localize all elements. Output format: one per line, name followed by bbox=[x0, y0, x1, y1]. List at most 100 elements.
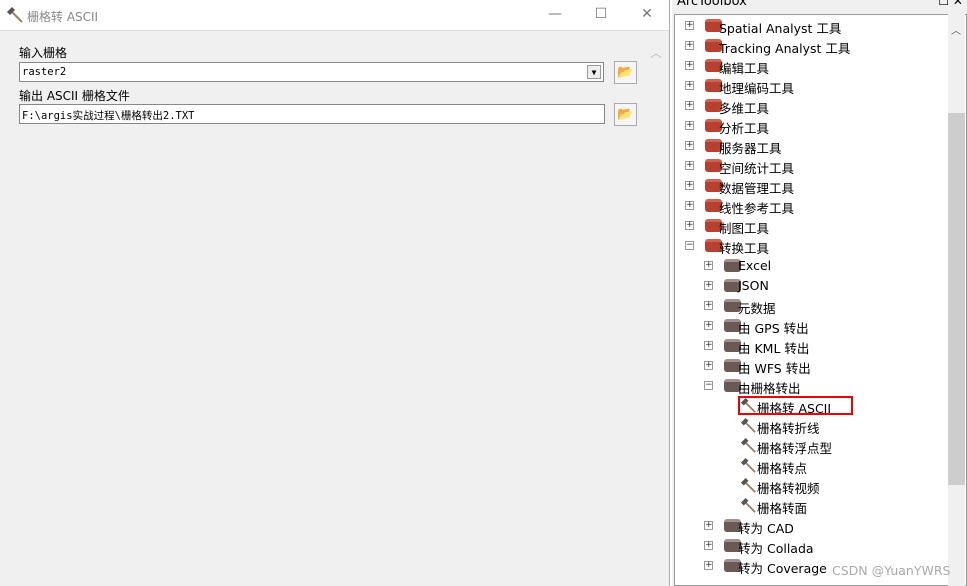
output-file-input[interactable]: F:\argis实战过程\栅格转出2.TXT bbox=[19, 104, 605, 124]
expand-icon[interactable]: + bbox=[685, 201, 694, 210]
expand-icon[interactable]: + bbox=[704, 321, 713, 330]
tool-dialog: 栅格转 ASCII — ☐ ✕ 输入栅格 raster2 ▼ 📂 输出 ASCI… bbox=[0, 0, 670, 586]
expand-icon[interactable]: + bbox=[704, 541, 713, 550]
hammer-icon bbox=[740, 497, 756, 513]
highlight-box bbox=[738, 396, 853, 415]
tool-item[interactable]: 栅格转面 bbox=[675, 496, 955, 516]
hammer-icon bbox=[7, 7, 23, 23]
expand-icon[interactable]: + bbox=[704, 341, 713, 350]
input-raster-dropdown[interactable]: raster2 ▼ bbox=[19, 62, 604, 82]
expand-icon[interactable]: + bbox=[685, 161, 694, 170]
hammer-icon bbox=[740, 437, 756, 453]
item-label: 栅格转视频 bbox=[757, 481, 820, 496]
tool-item[interactable]: 栅格转点 bbox=[675, 456, 955, 476]
toolset-item[interactable]: + 由 GPS 转出 bbox=[675, 316, 955, 336]
item-label: 线性参考工具 bbox=[719, 201, 795, 216]
expand-icon[interactable]: + bbox=[685, 221, 694, 230]
output-file-value: F:\argis实战过程\栅格转出2.TXT bbox=[22, 110, 195, 122]
item-label: Excel bbox=[738, 258, 772, 273]
toolset-item[interactable]: + 转为 Collada bbox=[675, 536, 955, 556]
toolset-item[interactable]: + 服务器工具 bbox=[675, 136, 955, 156]
item-label: 服务器工具 bbox=[719, 141, 782, 156]
close-button[interactable]: ✕ bbox=[637, 6, 657, 22]
item-label: 由 WFS 转出 bbox=[738, 361, 811, 376]
toolset-item[interactable]: + 转为 CAD bbox=[675, 516, 955, 536]
toolset-item[interactable]: + Tracking Analyst 工具 bbox=[675, 36, 955, 56]
toolset-item[interactable]: + 制图工具 bbox=[675, 216, 955, 236]
item-label: 栅格转浮点型 bbox=[757, 441, 833, 456]
toolset-item[interactable]: + 空间统计工具 bbox=[675, 156, 955, 176]
expand-icon[interactable]: + bbox=[704, 281, 713, 290]
output-file-label: 输出 ASCII 栅格文件 bbox=[19, 89, 130, 103]
title-bar: 栅格转 ASCII — ☐ ✕ bbox=[0, 0, 669, 31]
expand-icon[interactable]: + bbox=[704, 301, 713, 310]
tool-item[interactable]: 栅格转浮点型 bbox=[675, 436, 955, 456]
item-label: Tracking Analyst 工具 bbox=[719, 41, 851, 56]
item-label: JSON bbox=[738, 278, 769, 293]
toolset-item[interactable]: + Excel bbox=[675, 256, 955, 276]
scroll-up-icon[interactable]: ︿ bbox=[650, 44, 662, 61]
arctoolbox-panel: ArcToolbox ☐ ✕ + Spatial Analyst 工具 + Track… bbox=[672, 0, 967, 586]
collapse-icon[interactable]: − bbox=[685, 241, 694, 250]
tool-item[interactable]: 栅格转视频 bbox=[675, 476, 955, 496]
hammer-icon bbox=[740, 417, 756, 433]
item-label: 空间统计工具 bbox=[719, 161, 795, 176]
toolset-item[interactable]: + 线性参考工具 bbox=[675, 196, 955, 216]
panel-title: ArcToolbox bbox=[677, 0, 747, 9]
toolset-item[interactable]: + 编辑工具 bbox=[675, 56, 955, 76]
toolset-item[interactable]: + JSON bbox=[675, 276, 955, 296]
scroll-up-icon[interactable]: ︿ bbox=[951, 22, 961, 37]
item-label: 转为 CAD bbox=[738, 521, 794, 536]
toolset-item[interactable]: + 元数据 bbox=[675, 296, 955, 316]
toolset-item[interactable]: + 分析工具 bbox=[675, 116, 955, 136]
toolset-item[interactable]: + 数据管理工具 bbox=[675, 176, 955, 196]
expand-icon[interactable]: + bbox=[704, 261, 713, 270]
scrollbar-thumb[interactable] bbox=[948, 113, 965, 485]
item-label: 制图工具 bbox=[719, 221, 770, 236]
input-raster-value: raster2 bbox=[22, 66, 67, 78]
panel-controls[interactable]: ☐ ✕ bbox=[938, 0, 963, 8]
maximize-button[interactable]: ☐ bbox=[591, 6, 611, 22]
dialog-title: 栅格转 ASCII bbox=[27, 10, 99, 24]
item-label: 由 KML 转出 bbox=[738, 341, 810, 356]
item-label: 栅格转面 bbox=[757, 501, 808, 516]
item-label: 由栅格转出 bbox=[738, 381, 801, 396]
hammer-icon bbox=[740, 457, 756, 473]
browse-output-button[interactable]: 📂 bbox=[614, 103, 637, 126]
expand-icon[interactable]: + bbox=[685, 21, 694, 30]
expand-icon[interactable]: + bbox=[685, 121, 694, 130]
item-label: 数据管理工具 bbox=[719, 181, 795, 196]
toolbox-tree: + Spatial Analyst 工具 + Tracking Analyst 工具 +… bbox=[674, 14, 967, 586]
browse-input-button[interactable]: 📂 bbox=[614, 61, 637, 84]
expand-icon[interactable]: + bbox=[685, 141, 694, 150]
toolset-item[interactable]: + 由 KML 转出 bbox=[675, 336, 955, 356]
item-label: 分析工具 bbox=[719, 121, 770, 136]
toolset-item[interactable]: + 地理编码工具 bbox=[675, 76, 955, 96]
item-label: 多维工具 bbox=[719, 101, 770, 116]
chevron-down-icon[interactable]: ▼ bbox=[587, 65, 601, 79]
toolset-item[interactable]: + 由 WFS 转出 bbox=[675, 356, 955, 376]
tool-item[interactable]: 栅格转折线 bbox=[675, 416, 955, 436]
expand-icon[interactable]: + bbox=[704, 561, 713, 570]
item-label: 元数据 bbox=[738, 301, 776, 316]
toolset-item[interactable]: − 由栅格转出 bbox=[675, 376, 955, 396]
expand-icon[interactable]: + bbox=[685, 41, 694, 50]
toolset-item[interactable]: + Spatial Analyst 工具 bbox=[675, 16, 955, 36]
expand-icon[interactable]: + bbox=[685, 61, 694, 70]
folder-icon: 📂 bbox=[617, 65, 634, 80]
item-label: 转为 Collada bbox=[738, 541, 814, 556]
expand-icon[interactable]: + bbox=[685, 101, 694, 110]
minimize-button[interactable]: — bbox=[545, 6, 565, 22]
collapse-icon[interactable]: − bbox=[704, 381, 713, 390]
item-label: 转换工具 bbox=[719, 241, 770, 256]
expand-icon[interactable]: + bbox=[685, 81, 694, 90]
watermark: CSDN @YuanYWRS bbox=[832, 563, 951, 578]
item-label: Spatial Analyst 工具 bbox=[719, 21, 842, 36]
item-label: 由 GPS 转出 bbox=[738, 321, 809, 336]
expand-icon[interactable]: + bbox=[685, 181, 694, 190]
expand-icon[interactable]: + bbox=[704, 521, 713, 530]
item-label: 转为 Coverage bbox=[738, 561, 827, 576]
toolset-item[interactable]: − 转换工具 bbox=[675, 236, 955, 256]
toolset-item[interactable]: + 多维工具 bbox=[675, 96, 955, 116]
expand-icon[interactable]: + bbox=[704, 361, 713, 370]
